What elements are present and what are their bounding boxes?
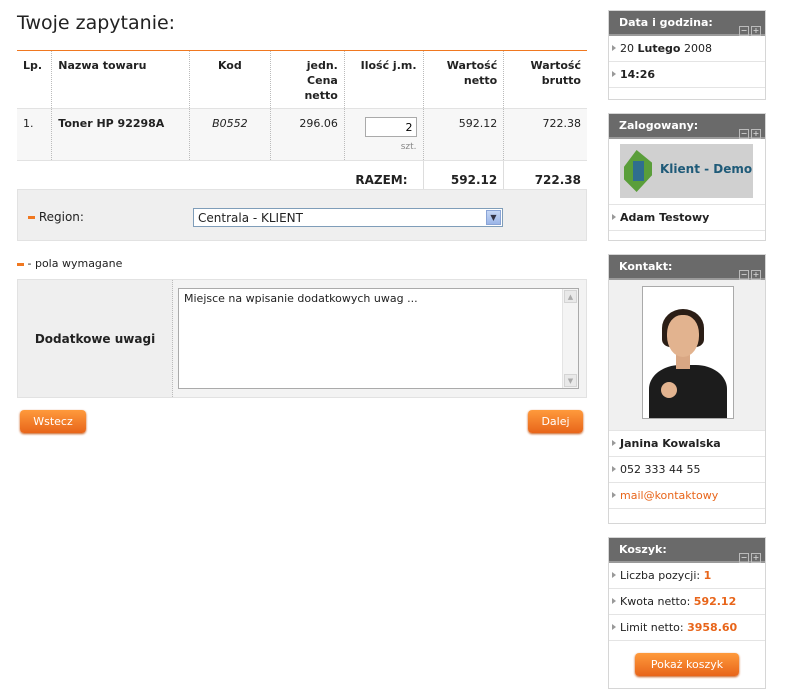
cart-limit-label: Limit netto: [620, 621, 684, 634]
contact-name: Janina Kowalska [609, 431, 765, 457]
header-gross: Wartość brutto [503, 50, 587, 109]
next-button[interactable]: Dalej [528, 410, 583, 433]
contact-photo [642, 286, 734, 419]
contact-phone: 052 333 44 55 [609, 457, 765, 483]
cart-title: Koszyk: [619, 543, 667, 556]
maximize-icon[interactable]: + [751, 26, 761, 36]
scroll-up-icon[interactable]: ▲ [564, 290, 577, 303]
contact-title: Kontakt: [619, 260, 673, 273]
contact-box: Kontakt: − + Janina Kowalska 052 333 44 5… [608, 254, 766, 524]
back-button[interactable]: Wstecz [20, 410, 86, 433]
table-header-row: Lp. Nazwa towaru Kod jedn. Cena netto Il… [17, 50, 587, 109]
cart-items-value: 1 [703, 569, 712, 582]
logged-title: Zalogowany: [619, 119, 699, 132]
cell-code: B0552 [188, 108, 271, 161]
minimize-icon[interactable]: − [739, 270, 749, 280]
cell-unit-price: 296.06 [270, 108, 345, 161]
datetime-header: Data i godzina: − + [609, 11, 765, 36]
minimize-icon[interactable]: − [739, 129, 749, 139]
cart-header: Koszyk: − + [609, 538, 765, 563]
required-note: - pola wymagane [17, 257, 122, 270]
minimize-icon[interactable]: − [739, 26, 749, 36]
header-net: Wartość netto [422, 50, 504, 109]
cart-box: Koszyk: − + Liczba pozycji: 1 Kwota netto… [608, 537, 766, 689]
logo-text: Klient - Demo [660, 162, 753, 176]
region-box: Region: Centrala - KLIENT ▼ [17, 189, 587, 241]
cell-gross: 722.38 [503, 108, 587, 161]
date-year: 2008 [684, 42, 712, 55]
notes-box: Dodatkowe uwagi Miejsce na wpisanie doda… [17, 279, 587, 398]
logged-header: Zalogowany: − + [609, 114, 765, 139]
date-row: 20 Lutego 2008 [609, 36, 765, 62]
cart-items-row: Liczba pozycji: 1 [609, 563, 765, 589]
cart-items-label: Liczba pozycji: [620, 569, 701, 582]
unit-label: szt. [400, 142, 417, 152]
date-day: 20 [620, 42, 634, 55]
cart-net-label: Kwota netto: [620, 595, 691, 608]
cart-net-value: 592.12 [693, 595, 737, 608]
scroll-down-icon[interactable]: ▼ [564, 374, 577, 387]
notes-scrollbar[interactable]: ▲ ▼ [562, 289, 578, 388]
required-marker [28, 216, 35, 219]
region-select[interactable]: Centrala - KLIENT ▼ [193, 208, 503, 227]
logo-mark-icon [624, 150, 652, 192]
datetime-title: Data i godzina: [619, 16, 713, 29]
notes-label: Dodatkowe uwagi [18, 280, 173, 397]
cell-net: 592.12 [422, 108, 504, 161]
logged-box: Zalogowany: − + Klient - Demo Adam Testow… [608, 113, 766, 241]
required-note-text: - pola wymagane [27, 257, 123, 270]
header-name: Nazwa towaru [51, 50, 189, 109]
maximize-icon[interactable]: + [751, 129, 761, 139]
notes-placeholder: Miejsce na wpisanie dodatkowych uwag ... [184, 292, 418, 305]
contact-email-link[interactable]: mail@kontaktowy [609, 483, 765, 509]
cart-limit-row: Limit netto: 3958.60 [609, 615, 765, 641]
header-qty: Ilość j.m. [343, 50, 424, 109]
region-label: Region: [28, 210, 84, 224]
cart-net-row: Kwota netto: 592.12 [609, 589, 765, 615]
photo-face [667, 315, 699, 357]
contact-header: Kontakt: − + [609, 255, 765, 280]
page-title: Twoje zapytanie: [17, 12, 176, 34]
maximize-icon[interactable]: + [751, 553, 761, 563]
quantity-input[interactable] [364, 117, 417, 137]
region-label-text: Region: [38, 210, 84, 224]
header-unit-price: jedn. Cena netto [270, 50, 345, 109]
show-cart-button[interactable]: Pokaż koszyk [635, 653, 739, 676]
items-table: Lp. Nazwa towaru Kod jedn. Cena netto Il… [17, 50, 587, 204]
notes-textarea[interactable]: Miejsce na wpisanie dodatkowych uwag ...… [178, 288, 579, 389]
cart-limit-value: 3958.60 [687, 621, 738, 634]
cell-qty: szt. [343, 108, 424, 161]
datetime-box: Data i godzina: − + 20 Lutego 2008 14:26 [608, 10, 766, 100]
cell-name: Toner HP 92298A [51, 108, 189, 161]
photo-hand [661, 382, 677, 398]
client-logo: Klient - Demo [620, 144, 753, 198]
region-selected-value: Centrala - KLIENT [198, 211, 303, 225]
date-month: Lutego [637, 42, 681, 55]
chevron-down-icon[interactable]: ▼ [486, 210, 501, 225]
contact-photo-wrap [609, 280, 765, 431]
table-row: 1. Toner HP 92298A B0552 296.06 szt. 592… [17, 108, 587, 161]
header-code: Kod [188, 50, 271, 109]
maximize-icon[interactable]: + [751, 270, 761, 280]
logged-user: Adam Testowy [609, 205, 765, 231]
cell-lp: 1. [17, 108, 52, 161]
minimize-icon[interactable]: − [739, 553, 749, 563]
logo-wrap: Klient - Demo [609, 139, 765, 205]
header-lp: Lp. [17, 50, 52, 109]
required-marker [17, 262, 24, 266]
time-row: 14:26 [609, 62, 765, 88]
